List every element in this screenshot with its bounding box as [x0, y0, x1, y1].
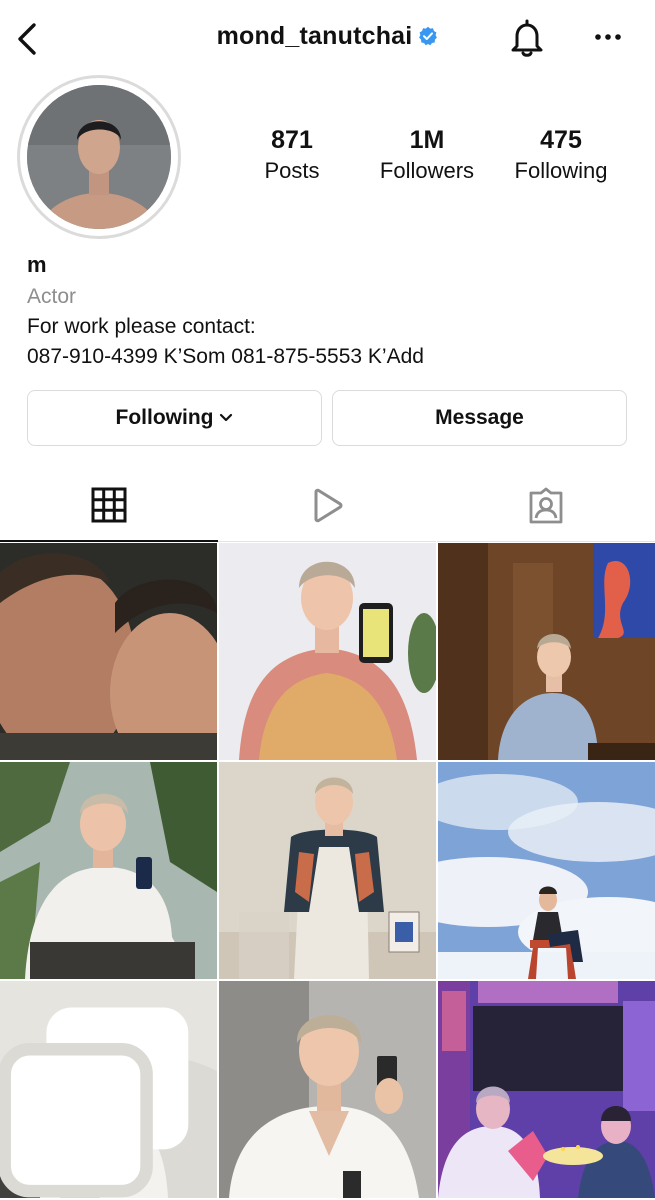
following-stat[interactable]: 475 Following	[496, 125, 626, 186]
post-image	[0, 762, 217, 979]
following-label: Following	[514, 158, 608, 183]
chevron-down-icon	[220, 413, 233, 422]
tagged-person-icon	[529, 487, 563, 523]
username: mond_tanutchai	[216, 22, 413, 50]
bio-section: m Actor For work please contact: 087-910…	[27, 252, 627, 372]
more-horizontal-icon	[595, 34, 621, 40]
post-image	[219, 543, 436, 760]
posts-count: 871	[271, 126, 313, 154]
posts-label: Posts	[264, 158, 320, 183]
posts-grid	[0, 543, 655, 1200]
post-thumbnail[interactable]	[0, 981, 217, 1198]
post-thumbnail[interactable]	[0, 543, 217, 760]
followers-count: 1M	[409, 126, 445, 154]
carousel-icon	[0, 1007, 189, 1198]
following-button-label: Following	[115, 406, 214, 429]
message-button[interactable]: Message	[332, 390, 627, 446]
avatar[interactable]	[27, 85, 171, 229]
post-thumbnail[interactable]	[438, 543, 655, 760]
post-thumbnail[interactable]	[219, 543, 436, 760]
post-image	[219, 981, 436, 1198]
bell-icon	[511, 19, 543, 57]
avatar-image	[27, 85, 171, 229]
post-image	[438, 543, 655, 760]
tab-tagged[interactable]	[437, 470, 655, 542]
notifications-button[interactable]	[507, 18, 547, 60]
post-thumbnail[interactable]	[0, 762, 217, 979]
followers-label: Followers	[379, 158, 475, 183]
post-image	[438, 981, 655, 1198]
profile-tabs	[0, 470, 655, 542]
post-image	[0, 543, 217, 760]
post-image	[438, 762, 655, 979]
display-name: m	[27, 252, 47, 277]
bio-contact-line: 087-910-4399 K’Som 081-875-5553 K’Add	[27, 345, 424, 368]
tab-reels[interactable]	[218, 470, 436, 542]
more-options-button[interactable]	[590, 24, 626, 52]
followers-stat[interactable]: 1M Followers	[362, 125, 492, 186]
tab-posts-grid[interactable]	[0, 470, 218, 542]
post-thumbnail[interactable]	[219, 762, 436, 979]
reels-play-icon	[314, 488, 343, 522]
post-thumbnail[interactable]	[438, 762, 655, 979]
verified-badge-icon	[419, 26, 438, 45]
profile-title: mond_tanutchai	[0, 22, 655, 51]
grid-icon	[91, 487, 127, 523]
post-image	[219, 762, 436, 979]
top-bar: mond_tanutchai	[0, 0, 655, 78]
following-count: 475	[540, 126, 582, 154]
message-button-label: Message	[435, 406, 524, 429]
profile-category: Actor	[27, 285, 77, 308]
posts-stat[interactable]: 871 Posts	[227, 125, 357, 186]
bio-line: For work please contact:	[27, 315, 256, 338]
post-thumbnail[interactable]	[219, 981, 436, 1198]
following-button[interactable]: Following	[27, 390, 322, 446]
post-thumbnail[interactable]	[438, 981, 655, 1198]
